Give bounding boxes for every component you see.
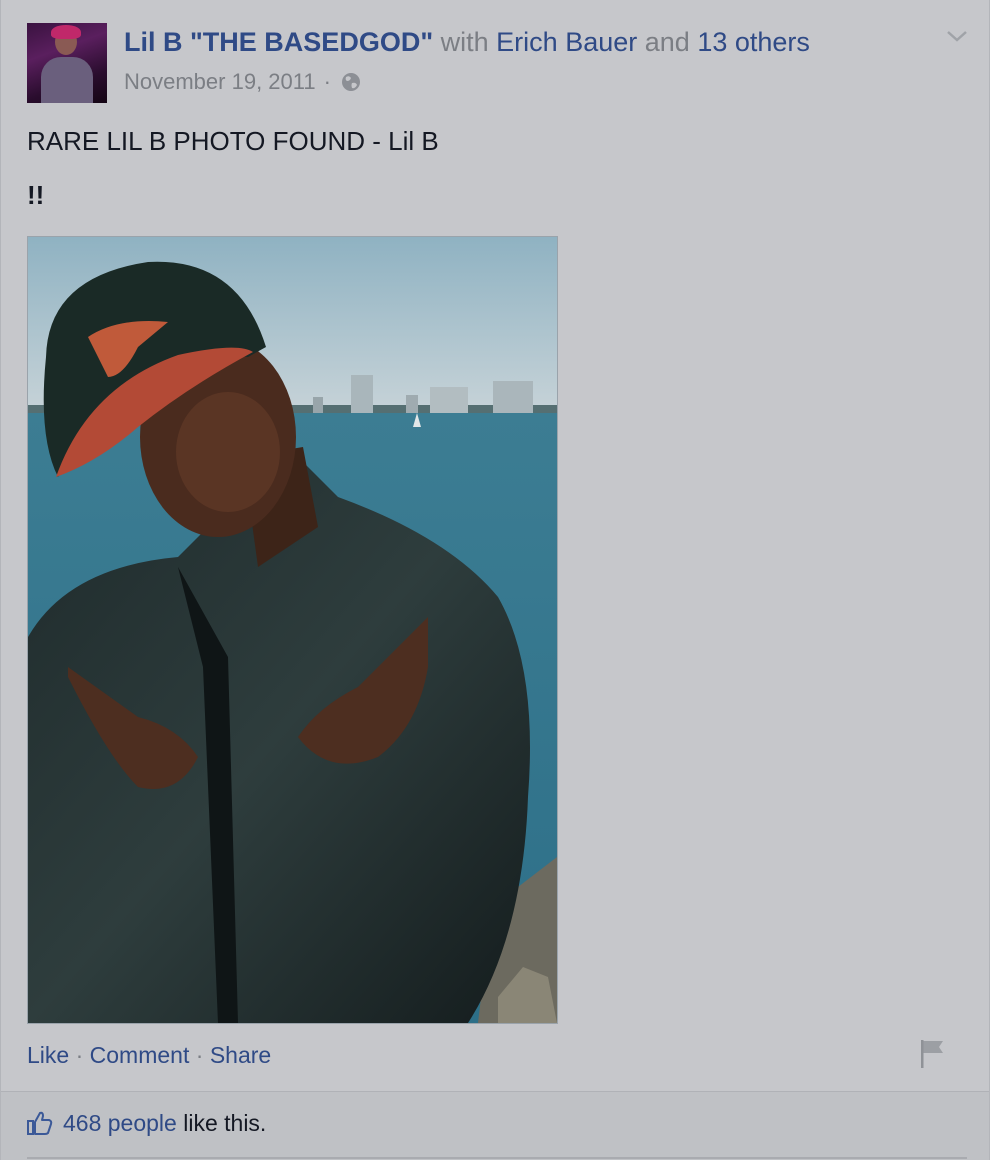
story-meta: November 19, 2011 · — [124, 69, 361, 95]
meta-separator: · — [323, 69, 331, 94]
avatar-figure-hair — [51, 25, 81, 39]
post-photo[interactable] — [27, 236, 558, 1024]
share-link[interactable]: Share — [210, 1042, 271, 1068]
bottom-divider — [27, 1157, 967, 1159]
like-link[interactable]: Like — [27, 1042, 69, 1068]
likes-count-link[interactable]: 468 people — [63, 1110, 177, 1136]
and-text: and — [644, 27, 690, 57]
globe-icon[interactable] — [341, 72, 361, 92]
tagged-person-link[interactable]: Erich Bauer — [496, 27, 637, 57]
story-actions: Like · Comment · Share — [27, 1042, 271, 1069]
profile-avatar[interactable] — [27, 23, 107, 103]
feed-story: Lil B "THE BASEDGOD" with Erich Bauer an… — [0, 0, 990, 1160]
with-text: with — [440, 27, 489, 57]
others-link[interactable]: 13 others — [697, 27, 810, 57]
post-message-exclaim: !! — [27, 180, 45, 210]
photo-image — [28, 237, 557, 1023]
chevron-down-icon[interactable] — [945, 28, 969, 44]
action-separator: · — [75, 1042, 84, 1068]
story-header: Lil B "THE BASEDGOD" with Erich Bauer an… — [124, 27, 810, 58]
post-message: RARE LIL B PHOTO FOUND - Lil B — [27, 126, 439, 156]
flag-icon[interactable] — [919, 1038, 947, 1070]
author-link[interactable]: Lil B "THE BASEDGOD" — [124, 27, 433, 57]
comment-link[interactable]: Comment — [90, 1042, 190, 1068]
thumbs-up-icon — [27, 1111, 53, 1135]
post-date-link[interactable]: November 19, 2011 — [124, 69, 316, 95]
avatar-figure-body — [41, 57, 93, 103]
action-separator: · — [195, 1042, 204, 1068]
likes-text: 468 people like this. — [63, 1110, 266, 1137]
likes-suffix: like this. — [183, 1110, 267, 1136]
